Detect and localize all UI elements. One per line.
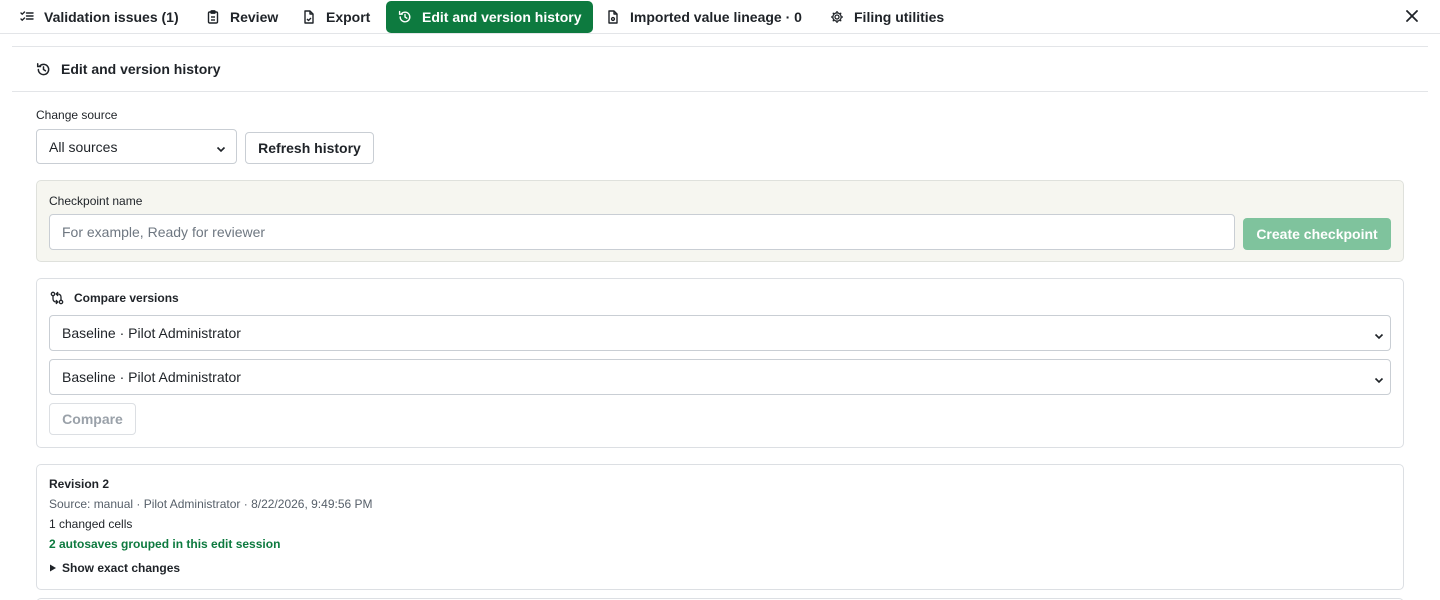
compare-version-a-select[interactable]: Baseline · Pilot Administrator [49, 315, 1391, 351]
compare-versions-panel: Compare versions Baseline · Pilot Admini… [36, 278, 1404, 448]
compare-button[interactable]: Compare [49, 403, 136, 435]
show-exact-changes-label: Show exact changes [62, 561, 181, 575]
tab-label: Review [230, 9, 279, 25]
compare-icon [50, 291, 64, 305]
revision-autosave-note: 2 autosaves grouped in this edit session [49, 537, 281, 551]
refresh-history-button[interactable]: Refresh history [245, 132, 374, 164]
change-source-select[interactable]: All sources [36, 129, 237, 164]
section-divider-top [12, 46, 1428, 47]
file-lineage-icon [606, 10, 620, 24]
tab-edit-version-history[interactable]: Edit and version history [386, 1, 594, 33]
file-export-icon [302, 10, 316, 24]
revision-card: Revision 2 Source: manual · Pilot Admini… [36, 464, 1404, 590]
clipboard-icon [206, 10, 220, 24]
compare-versions-header: Compare versions [50, 291, 179, 305]
version-a-value: Baseline · Pilot Administrator [62, 325, 241, 341]
tab-label: Validation issues (1) [44, 9, 179, 25]
change-source-value: All sources [49, 138, 118, 155]
history-icon [398, 10, 412, 24]
page-title: Edit and version history [61, 61, 221, 77]
compare-versions-title: Compare versions [74, 291, 179, 305]
revision-meta: Source: manual · Pilot Administrator · 8… [49, 497, 373, 511]
tab-validation-issues[interactable]: Validation issues (1) [20, 1, 179, 33]
chevron-down-icon [216, 141, 226, 153]
tab-label: Export [326, 9, 371, 25]
version-b-value: Baseline · Pilot Administrator [62, 369, 241, 385]
checkpoint-name-label: Checkpoint name [49, 194, 143, 208]
tab-export[interactable]: Export [302, 1, 370, 33]
create-checkpoint-button[interactable]: Create checkpoint [1243, 218, 1391, 250]
gear-icon [830, 10, 844, 24]
section-header: Edit and version history [36, 58, 220, 80]
tab-label: Imported value lineage · 0 [630, 9, 802, 25]
revision-title: Revision 2 [49, 477, 110, 491]
checkpoint-name-input[interactable] [49, 214, 1235, 250]
chevron-down-icon [1374, 372, 1384, 384]
compare-version-b-select[interactable]: Baseline · Pilot Administrator [49, 359, 1391, 395]
history-icon [36, 62, 51, 77]
section-divider-bottom [12, 91, 1428, 92]
close-icon[interactable] [1404, 8, 1420, 24]
caret-right-icon [49, 564, 57, 572]
checkpoint-panel: Checkpoint name Create checkpoint [36, 180, 1404, 262]
chevron-down-icon [1374, 328, 1384, 340]
tab-label: Edit and version history [422, 9, 582, 25]
show-exact-changes-toggle[interactable]: Show exact changes [49, 561, 180, 575]
tab-filing-utilities[interactable]: Filing utilities [830, 1, 944, 33]
revision-changed-count: 1 changed cells [49, 517, 133, 531]
checklist-icon [20, 10, 34, 24]
change-source-label: Change source [36, 108, 118, 122]
tab-label: Filing utilities [854, 9, 945, 25]
tab-bar: Validation issues (1) Review Export Edit… [0, 0, 1440, 34]
tab-review[interactable]: Review [206, 1, 278, 33]
tab-imported-value-lineage[interactable]: Imported value lineage · 0 [606, 1, 802, 33]
